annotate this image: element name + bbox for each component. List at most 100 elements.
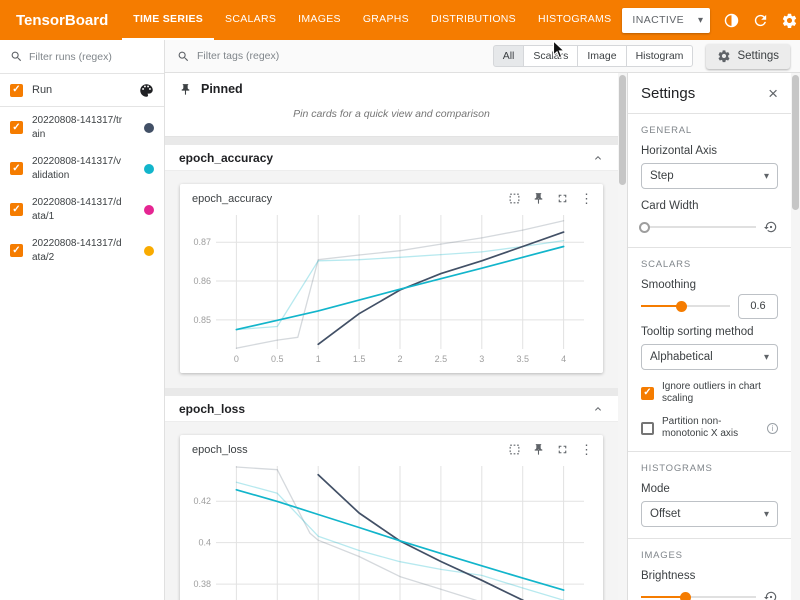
more-options-icon[interactable]: ⋮ [580, 192, 593, 205]
svg-text:1.5: 1.5 [353, 354, 366, 364]
run-checkbox[interactable]: ✓ [10, 162, 23, 175]
settings-header: Settings × [641, 85, 778, 102]
run-color-dot [144, 123, 154, 133]
tooltip-sorting-select[interactable]: Alphabetical ▾ [641, 344, 778, 370]
reset-icon[interactable] [764, 220, 778, 234]
smoothing-slider[interactable] [641, 299, 730, 313]
refresh-icon[interactable] [747, 7, 774, 34]
palette-icon[interactable] [139, 83, 154, 98]
collapse-chevron-icon[interactable] [592, 403, 604, 415]
svg-text:2: 2 [397, 354, 402, 364]
tags-filter-input[interactable] [197, 50, 486, 62]
fit-domain-icon[interactable] [508, 443, 521, 456]
svg-text:3.5: 3.5 [516, 354, 529, 364]
tab-images[interactable]: IMAGES [287, 0, 352, 40]
run-color-dot [144, 164, 154, 174]
card-width-slider[interactable] [641, 220, 756, 234]
run-row[interactable]: ✓ 20220808-141317/validation [0, 148, 164, 189]
divider [628, 451, 791, 452]
ignore-outliers-label: Ignore outliers in chart scaling [662, 381, 778, 405]
pin-card-icon[interactable] [532, 443, 545, 456]
images-group-label: IMAGES [641, 550, 778, 561]
tab-time-series[interactable]: TIME SERIES [122, 0, 214, 40]
tab-graphs[interactable]: GRAPHS [352, 0, 420, 40]
svg-text:2.5: 2.5 [435, 354, 448, 364]
pin-card-icon[interactable] [532, 192, 545, 205]
partition-x-axis-label: Partition non-monotonic X axis [662, 416, 759, 440]
more-options-icon[interactable]: ⋮ [580, 443, 593, 456]
chip-histogram[interactable]: Histogram [626, 45, 694, 67]
section-header-epoch-accuracy[interactable]: epoch_accuracy [165, 145, 618, 171]
ignore-outliers-row[interactable]: ✓ Ignore outliers in chart scaling [641, 381, 778, 405]
horizontal-axis-select[interactable]: Step ▾ [641, 163, 778, 189]
scrollbar-thumb[interactable] [792, 75, 799, 210]
close-icon[interactable]: × [768, 85, 778, 102]
theme-toggle-icon[interactable] [718, 7, 745, 34]
settings-scrollbar[interactable] [791, 73, 800, 600]
section-header-epoch-loss[interactable]: epoch_loss [165, 396, 618, 422]
card-header: epoch_accuracy ⋮ [182, 189, 601, 207]
ignore-outliers-checkbox[interactable]: ✓ [641, 387, 654, 400]
partition-x-axis-checkbox[interactable]: ✓ [641, 422, 654, 435]
fullscreen-icon[interactable] [556, 192, 569, 205]
smoothing-input[interactable] [738, 294, 778, 319]
select-all-runs-checkbox[interactable]: ✓ [10, 84, 23, 97]
scrollbar-thumb[interactable] [619, 75, 626, 185]
runs-filter-input[interactable] [29, 51, 154, 63]
pin-icon [179, 83, 192, 96]
chip-all[interactable]: All [493, 45, 525, 67]
svg-text:4: 4 [561, 354, 566, 364]
reset-icon[interactable] [764, 590, 778, 600]
scalars-group-label: SCALARS [641, 259, 778, 270]
fit-domain-icon[interactable] [508, 192, 521, 205]
main-nav: TIME SERIES SCALARS IMAGES GRAPHS DISTRI… [122, 0, 622, 40]
run-name: 20220808-141317/validation [32, 155, 124, 182]
main-scrollbar[interactable] [618, 73, 627, 600]
card-width-control [641, 218, 778, 236]
pinned-header[interactable]: Pinned [179, 82, 604, 96]
run-row[interactable]: ✓ 20220808-141317/data/1 [0, 189, 164, 230]
tab-histograms[interactable]: HISTOGRAMS [527, 0, 622, 40]
brightness-slider[interactable] [641, 590, 756, 600]
app-title[interactable]: TensorBoard [0, 12, 122, 29]
runs-filter-row [0, 40, 164, 74]
section-body: epoch_accuracy ⋮ 00.511.522.533.540.850.… [165, 171, 618, 388]
chevron-down-icon: ▾ [764, 352, 769, 363]
run-color-dot [144, 246, 154, 256]
run-checkbox[interactable]: ✓ [10, 244, 23, 257]
chip-scalars[interactable]: Scalars [523, 45, 578, 67]
settings-button[interactable]: Settings [706, 44, 790, 69]
card-header: epoch_loss ⋮ [182, 440, 601, 458]
run-checkbox[interactable]: ✓ [10, 203, 23, 216]
epoch-loss-chart[interactable]: 00.511.522.533.540.360.380.40.42 [182, 458, 598, 600]
tab-scalars[interactable]: SCALARS [214, 0, 287, 40]
gear-icon [717, 49, 731, 63]
info-icon[interactable]: i [767, 423, 778, 434]
settings-title: Settings [641, 85, 695, 102]
status-dropdown[interactable]: INACTIVE ▾ [622, 8, 710, 33]
card-width-label: Card Width [641, 200, 778, 212]
svg-text:0.4: 0.4 [198, 538, 211, 548]
run-row[interactable]: ✓ 20220808-141317/data/2 [0, 230, 164, 271]
chevron-down-icon: ▾ [764, 171, 769, 182]
svg-text:0.5: 0.5 [271, 354, 284, 364]
run-checkbox[interactable]: ✓ [10, 121, 23, 134]
run-row[interactable]: ✓ 20220808-141317/train [0, 107, 164, 148]
divider [628, 113, 791, 114]
svg-text:0.86: 0.86 [193, 276, 211, 286]
check-icon: ✓ [643, 388, 651, 398]
partition-x-axis-row[interactable]: ✓ Partition non-monotonic X axis i [641, 416, 778, 440]
fullscreen-icon[interactable] [556, 443, 569, 456]
epoch-accuracy-chart[interactable]: 00.511.522.533.540.850.860.87 [182, 207, 598, 367]
tab-distributions[interactable]: DISTRIBUTIONS [420, 0, 527, 40]
histogram-mode-select[interactable]: Offset ▾ [641, 501, 778, 527]
settings-gear-icon[interactable] [776, 7, 800, 34]
card-title: epoch_accuracy [192, 193, 272, 205]
runs-column-header: Run [32, 84, 52, 96]
chip-image[interactable]: Image [577, 45, 626, 67]
run-name: 20220808-141317/data/2 [32, 237, 124, 264]
svg-text:0: 0 [234, 354, 239, 364]
collapse-chevron-icon[interactable] [592, 152, 604, 164]
svg-text:3: 3 [479, 354, 484, 364]
divider [628, 538, 791, 539]
